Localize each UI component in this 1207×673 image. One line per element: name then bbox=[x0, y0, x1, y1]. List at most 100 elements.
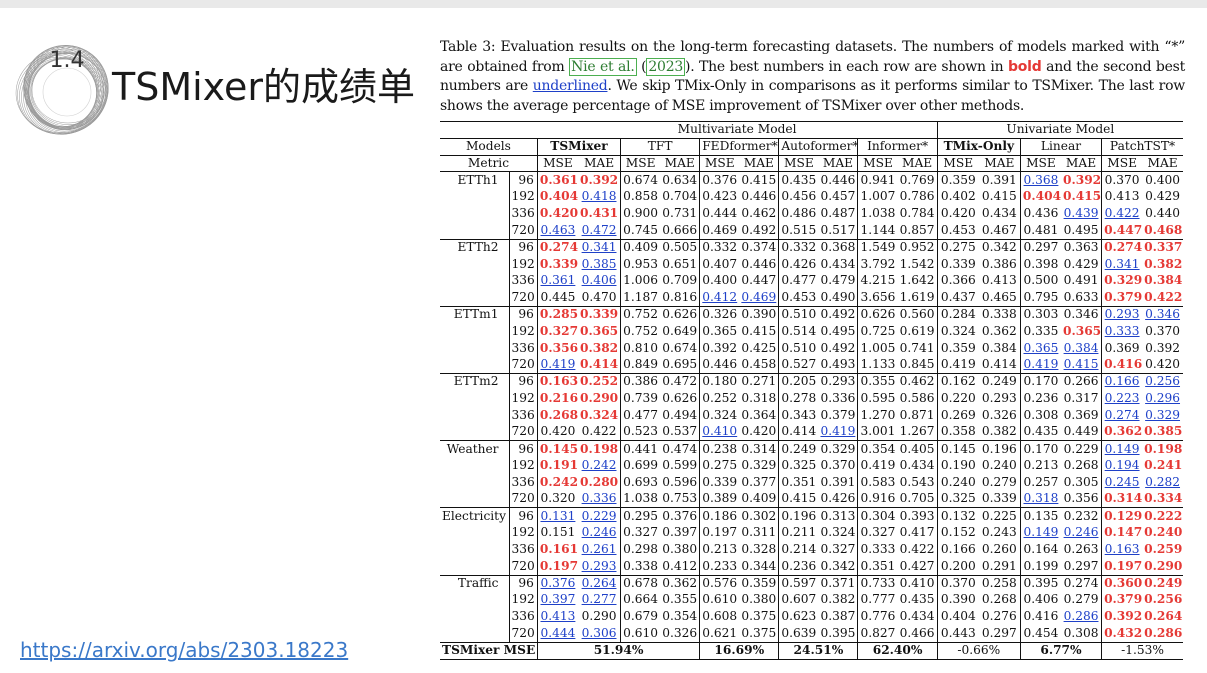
metric-cell: 0.256 bbox=[1144, 592, 1183, 607]
metric-cell: 0.769 bbox=[897, 171, 938, 189]
metric-cell: 0.375 bbox=[741, 625, 777, 640]
metric-cell: 0.597 bbox=[778, 574, 819, 592]
metric-cell: 0.407 bbox=[699, 255, 740, 273]
metric-cell: 1.005 bbox=[857, 339, 898, 357]
metric-cell: 0.752 bbox=[620, 305, 661, 324]
metric-cell: 1.619 bbox=[899, 289, 935, 304]
improvement-cell: 24.51% bbox=[778, 641, 858, 660]
metric-cell: 0.131 bbox=[536, 507, 578, 525]
metric-cell: 0.145 bbox=[936, 440, 979, 458]
metric-cell: 0.477 bbox=[778, 272, 819, 290]
metric-cell: 0.849 bbox=[620, 356, 661, 374]
metric-cell: 0.375 bbox=[741, 609, 777, 624]
metric-cell: 0.492 bbox=[818, 305, 858, 324]
group-header-row: Multivariate Model Univariate Model bbox=[440, 121, 1183, 139]
metric-cell: 0.470 bbox=[581, 289, 617, 304]
metric-cell: 0.395 bbox=[820, 625, 856, 640]
metric-cell: 0.200 bbox=[936, 558, 979, 576]
table-row: 192 0.216 0.290 0.739 0.626 0.252 0.318 0.278 0.… bbox=[440, 390, 1183, 408]
metric-cell: 0.320 bbox=[536, 491, 578, 508]
metric-cell: 0.474 bbox=[660, 440, 700, 458]
metric-cell: 0.339 bbox=[699, 474, 740, 492]
model-header: Informer* bbox=[857, 137, 938, 156]
metric-cell: 0.543 bbox=[899, 474, 935, 489]
table-row: 336 0.268 0.324 0.477 0.494 0.324 0.364 0.343 0.… bbox=[440, 407, 1183, 424]
metric-cell: 0.346 bbox=[1142, 305, 1183, 324]
metric-cell: 0.342 bbox=[978, 238, 1021, 256]
metric-cell: 0.610 bbox=[620, 625, 661, 643]
metric-cell: 0.346 bbox=[1060, 305, 1102, 324]
metric-cell: 0.415 bbox=[778, 491, 819, 508]
metric-cell: 1.267 bbox=[899, 424, 935, 439]
dataset-name bbox=[440, 289, 509, 306]
metric-cell: 0.679 bbox=[620, 608, 661, 626]
metric-cell: 0.297 bbox=[981, 625, 1017, 640]
metric-cell: 0.279 bbox=[981, 474, 1017, 489]
metric-cell: 0.365 bbox=[1062, 323, 1102, 338]
metric-cell: 0.324 bbox=[820, 525, 856, 540]
metric-cell: 0.365 bbox=[1019, 339, 1061, 357]
metric-cell: 0.170 bbox=[1019, 372, 1061, 391]
metric-cell: 0.370 bbox=[1145, 323, 1181, 338]
metric-cell: 0.274 bbox=[1101, 407, 1143, 424]
metric-cell: 0.197 bbox=[699, 524, 740, 542]
metric-cell: 0.276 bbox=[981, 609, 1017, 624]
metric-cell: 0.426 bbox=[820, 491, 856, 506]
horizon: 192 bbox=[508, 591, 538, 609]
horizon: 192 bbox=[508, 524, 538, 542]
metric-cell: 0.419 bbox=[1019, 356, 1061, 374]
metric-cell: 0.361 bbox=[536, 272, 578, 290]
metric-cell: 0.413 bbox=[981, 273, 1017, 288]
metric-cell: 0.753 bbox=[662, 491, 698, 506]
metric-cell: 0.429 bbox=[1145, 189, 1181, 204]
metric-cell: 0.477 bbox=[620, 407, 661, 424]
metric-cell: 0.384 bbox=[1144, 273, 1183, 288]
metric-cell: 0.145 bbox=[536, 440, 578, 458]
model-header: PatchTST* bbox=[1101, 137, 1183, 156]
metric-cell: 0.435 bbox=[1019, 423, 1061, 441]
table-row: 720 0.420 0.422 0.523 0.537 0.410 0.420 0.414 0.… bbox=[440, 423, 1183, 441]
metric-cell: 0.404 bbox=[1019, 188, 1061, 206]
metric-cell: 0.576 bbox=[699, 574, 740, 592]
metric-cell: 0.649 bbox=[662, 323, 698, 338]
metric-cell: 0.306 bbox=[581, 625, 617, 640]
horizon: 336 bbox=[508, 608, 538, 626]
metric-cell: 0.335 bbox=[1019, 323, 1061, 340]
dataset-name bbox=[440, 541, 509, 558]
improvement-row: TSMixer MSE Imp.51.94%16.69%24.51%62.40%… bbox=[440, 641, 1183, 660]
metric-cell: 0.437 bbox=[936, 289, 979, 307]
metric-cell: 0.560 bbox=[897, 305, 938, 324]
metric-cell: 0.385 bbox=[1144, 424, 1183, 439]
metric-cell: 0.268 bbox=[536, 407, 578, 424]
table-row: 192 0.397 0.277 0.664 0.355 0.610 0.380 0.607 0.… bbox=[440, 591, 1183, 609]
arxiv-link[interactable]: https://arxiv.org/abs/2303.18223 bbox=[20, 638, 348, 662]
metric-cell: 0.419 bbox=[536, 356, 578, 374]
metric-cell: 0.385 bbox=[581, 256, 617, 271]
metric-header: MSE bbox=[1019, 154, 1061, 172]
metric-cell: 0.389 bbox=[699, 491, 740, 508]
metric-cell: 1.038 bbox=[857, 205, 898, 223]
metric-cell: 0.404 bbox=[536, 188, 578, 206]
metric-cell: 0.393 bbox=[897, 507, 938, 525]
model-header: Linear bbox=[1019, 137, 1102, 156]
metric-cell: 0.324 bbox=[579, 407, 619, 422]
metric-cell: 0.666 bbox=[662, 222, 698, 237]
citation-link-authors[interactable]: Nie et al. bbox=[569, 57, 637, 76]
metric-cell: 0.274 bbox=[1060, 574, 1102, 592]
metric-cell: 0.261 bbox=[581, 542, 617, 557]
metric-cell: 0.386 bbox=[620, 372, 661, 391]
metric-header: MAE bbox=[1142, 154, 1183, 172]
metric-cell: 0.311 bbox=[741, 525, 777, 540]
dataset-name: Traffic bbox=[440, 574, 509, 592]
metric-cell: 0.664 bbox=[620, 591, 661, 609]
metric-cell: 0.444 bbox=[536, 625, 578, 643]
metric-cell: 0.290 bbox=[581, 609, 617, 624]
metric-cell: 1.642 bbox=[899, 273, 935, 288]
metric-cell: 0.752 bbox=[620, 323, 661, 340]
metric-header: MSE bbox=[857, 154, 898, 172]
table-row: ETTh2 96 0.274 0.341 0.409 0.505 0.332 0.374 0.3… bbox=[440, 238, 1183, 256]
metric-cell: 0.741 bbox=[899, 340, 935, 355]
citation-link-year[interactable]: 2023 bbox=[646, 57, 686, 76]
metric-cell: 0.390 bbox=[739, 305, 779, 324]
metric-cell: 0.341 bbox=[1101, 255, 1143, 273]
